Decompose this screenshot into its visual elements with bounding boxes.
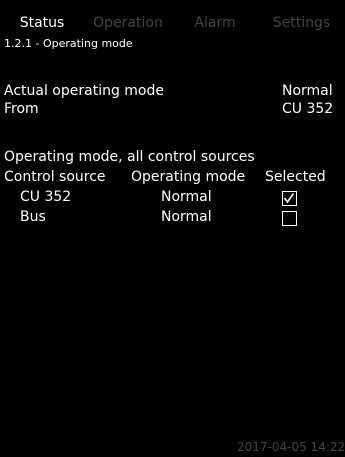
row-source: Bus: [20, 209, 46, 225]
actual-mode-label: Actual operating mode: [4, 83, 165, 99]
breadcrumb: 1.2.1 - Operating mode: [4, 37, 133, 50]
actual-mode-value: Normal: [282, 83, 333, 99]
operating-mode-screen: Status Operation Alarm Settings 1.2.1 - …: [0, 0, 345, 457]
tab-alarm[interactable]: Alarm: [172, 12, 258, 34]
timestamp: 2017-04-05 14:22: [237, 440, 345, 454]
tab-settings[interactable]: Settings: [258, 12, 345, 34]
tab-bar: Status Operation Alarm Settings: [0, 12, 345, 34]
selected-checkbox-unchecked[interactable]: [282, 211, 297, 226]
from-label: From: [4, 101, 39, 117]
header-selected: Selected: [265, 169, 326, 185]
section-title: Operating mode, all control sources: [4, 149, 255, 165]
header-control-source: Control source: [4, 169, 106, 185]
from-value: CU 352: [282, 101, 334, 117]
row-mode: Normal: [161, 189, 212, 205]
checkmark-icon: [283, 193, 295, 204]
selected-checkbox-checked[interactable]: [282, 191, 297, 206]
tab-status[interactable]: Status: [0, 12, 84, 34]
header-operating-mode: Operating mode: [131, 169, 246, 185]
row-source: CU 352: [20, 189, 72, 205]
tab-operation[interactable]: Operation: [84, 12, 172, 34]
row-mode: Normal: [161, 209, 212, 225]
